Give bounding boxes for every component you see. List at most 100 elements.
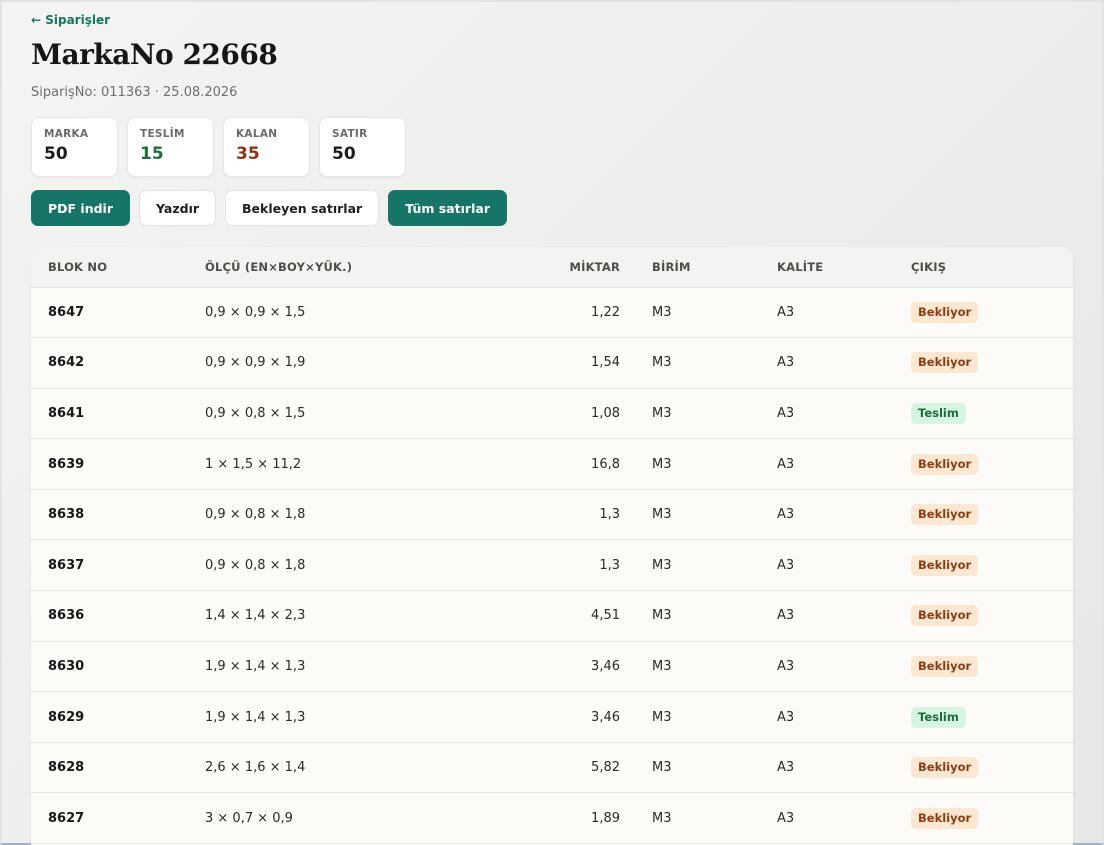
stat-label: TESLİM [140,128,185,140]
table-body: 8647 0,9 × 0,9 × 1,5 1,22 M3 A3 Bekliyor 8642 0… [31,287,1073,844]
birim-cell: M3 [652,557,672,573]
miktar-cell: 16,8 [591,456,620,472]
table-row[interactable]: 8642 0,9 × 0,9 × 1,9 1,54 M3 A3 Bekliyor [31,338,1073,389]
birim-cell: M3 [652,355,672,371]
olcu-cell: 0,9 × 0,8 × 1,8 [205,507,306,523]
column-header-olcu: ÖLÇÜ (EN×BOY×YÜK.) [205,247,445,288]
blok-no-cell: 8630 [48,658,85,674]
table-row[interactable]: 8647 0,9 × 0,9 × 1,5 1,22 M3 A3 Bekliyor [31,287,1073,338]
cikis-cell: Bekliyor [879,439,1073,490]
birim-cell: M3 [652,810,672,826]
miktar-cell: 3,46 [591,709,620,725]
kalite-cell: A3 [777,810,795,826]
table-row[interactable]: 8628 2,6 × 1,6 × 1,4 5,82 M3 A3 Bekliyor [31,742,1073,793]
action-bar: PDF indir Yazdır Bekleyen satırlar Tüm s… [31,190,507,226]
miktar-cell: 1,54 [591,355,620,371]
miktar-cell: 1,08 [591,405,620,421]
birim-cell: M3 [652,709,672,725]
status-badge: Bekliyor [911,807,979,829]
stat-value: 50 [44,144,68,164]
miktar-cell: 1,3 [599,557,620,573]
status-badge: Bekliyor [911,605,979,627]
table-row[interactable]: 8630 1,9 × 1,4 × 1,3 3,46 M3 A3 Bekliyor [31,641,1073,692]
status-badge: Bekliyor [911,352,979,374]
cikis-cell: Bekliyor [879,742,1073,793]
blok-no-cell: 8627 [48,810,85,826]
table-row[interactable]: 8627 3 × 0,7 × 0,9 1,89 M3 A3 Bekliyor [31,793,1073,844]
status-badge: Teslim [911,706,966,728]
table-row[interactable]: 8636 1,4 × 1,4 × 2,3 4,51 M3 A3 Bekliyor [31,591,1073,642]
cikis-cell: Bekliyor [879,641,1073,692]
table-row[interactable]: 8637 0,9 × 0,8 × 1,8 1,3 M3 A3 Bekliyor [31,540,1073,591]
cikis-cell: Bekliyor [879,793,1073,844]
kalite-cell: A3 [777,507,795,523]
blocks-table-card: BLOK NO ÖLÇÜ (EN×BOY×YÜK.) MİKTAR BİRİM … [31,247,1073,845]
olcu-cell: 0,9 × 0,9 × 1,9 [205,355,306,371]
stat-card-kalan: KALAN 35 [223,117,310,177]
olcu-cell: 0,9 × 0,9 × 1,5 [205,304,306,320]
olcu-cell: 0,9 × 0,8 × 1,5 [205,405,306,421]
pending-rows-filter-button[interactable]: Bekleyen satırlar [225,190,380,226]
table-row[interactable]: 8639 1 × 1,5 × 11,2 16,8 M3 A3 Bekliyor [31,439,1073,490]
blok-no-cell: 8637 [48,557,85,573]
status-badge: Bekliyor [911,757,979,779]
miktar-cell: 3,46 [591,658,620,674]
olcu-cell: 1 × 1,5 × 11,2 [205,456,302,472]
blok-no-cell: 8639 [48,456,85,472]
olcu-cell: 1,9 × 1,4 × 1,3 [205,709,306,725]
status-badge: Bekliyor [911,504,979,526]
birim-cell: M3 [652,658,672,674]
stat-label: SATIR [332,128,368,140]
blok-no-cell: 8629 [48,709,85,725]
olcu-cell: 1,4 × 1,4 × 2,3 [205,608,306,624]
cikis-cell: Bekliyor [879,287,1073,338]
cikis-cell: Bekliyor [879,591,1073,642]
olcu-cell: 2,6 × 1,6 × 1,4 [205,760,306,776]
miktar-cell: 5,82 [591,760,620,776]
table-row[interactable]: 8641 0,9 × 0,8 × 1,5 1,08 M3 A3 Teslim [31,388,1073,439]
blok-no-cell: 8638 [48,507,85,523]
table-header-row: BLOK NO ÖLÇÜ (EN×BOY×YÜK.) MİKTAR BİRİM … [31,247,1073,288]
olcu-cell: 3 × 0,7 × 0,9 [205,810,293,826]
kalite-cell: A3 [777,557,795,573]
blok-no-cell: 8636 [48,608,85,624]
status-badge: Bekliyor [911,554,979,576]
birim-cell: M3 [652,507,672,523]
kalite-cell: A3 [777,760,795,776]
print-button[interactable]: Yazdır [139,190,217,226]
cikis-cell: Bekliyor [879,338,1073,389]
stat-value: 15 [140,144,164,164]
olcu-cell: 0,9 × 0,8 × 1,8 [205,557,306,573]
blok-no-cell: 8641 [48,405,85,421]
column-header-kalite: KALİTE [745,247,879,288]
stat-label: MARKA [44,128,89,140]
stat-value: 35 [236,144,260,164]
table-row[interactable]: 8638 0,9 × 0,8 × 1,8 1,3 M3 A3 Bekliyor [31,489,1073,540]
order-subtitle: SiparişNo: 011363 · 25.08.2026 [31,85,238,100]
stat-card-marka: MARKA 50 [31,117,118,177]
birim-cell: M3 [652,304,672,320]
table-row[interactable]: 8629 1,9 × 1,4 × 1,3 3,46 M3 A3 Teslim [31,692,1073,743]
blok-no-cell: 8647 [48,304,85,320]
pdf-download-button[interactable]: PDF indir [31,190,131,226]
cikis-cell: Teslim [879,388,1073,439]
blok-no-cell: 8642 [48,355,85,371]
birim-cell: M3 [652,405,672,421]
blok-no-cell: 8628 [48,760,85,776]
stat-label: KALAN [236,128,278,140]
cikis-cell: Teslim [879,692,1073,743]
column-header-cikis: ÇIKIŞ [879,247,1073,288]
all-rows-filter-button[interactable]: Tüm satırlar [388,190,507,226]
stat-card-teslim: TESLİM 15 [127,117,214,177]
kalite-cell: A3 [777,405,795,421]
miktar-cell: 1,22 [591,304,620,320]
back-to-orders-link[interactable]: ← Siparişler [31,13,110,27]
page-title: MarkaNo 22668 [31,38,278,71]
blocks-table: BLOK NO ÖLÇÜ (EN×BOY×YÜK.) MİKTAR BİRİM … [31,247,1073,844]
column-header-miktar: MİKTAR [445,247,620,288]
status-badge: Teslim [911,402,966,424]
status-badge: Bekliyor [911,301,979,323]
kalite-cell: A3 [777,709,795,725]
column-header-birim: BİRİM [620,247,745,288]
stat-value: 50 [332,144,356,164]
